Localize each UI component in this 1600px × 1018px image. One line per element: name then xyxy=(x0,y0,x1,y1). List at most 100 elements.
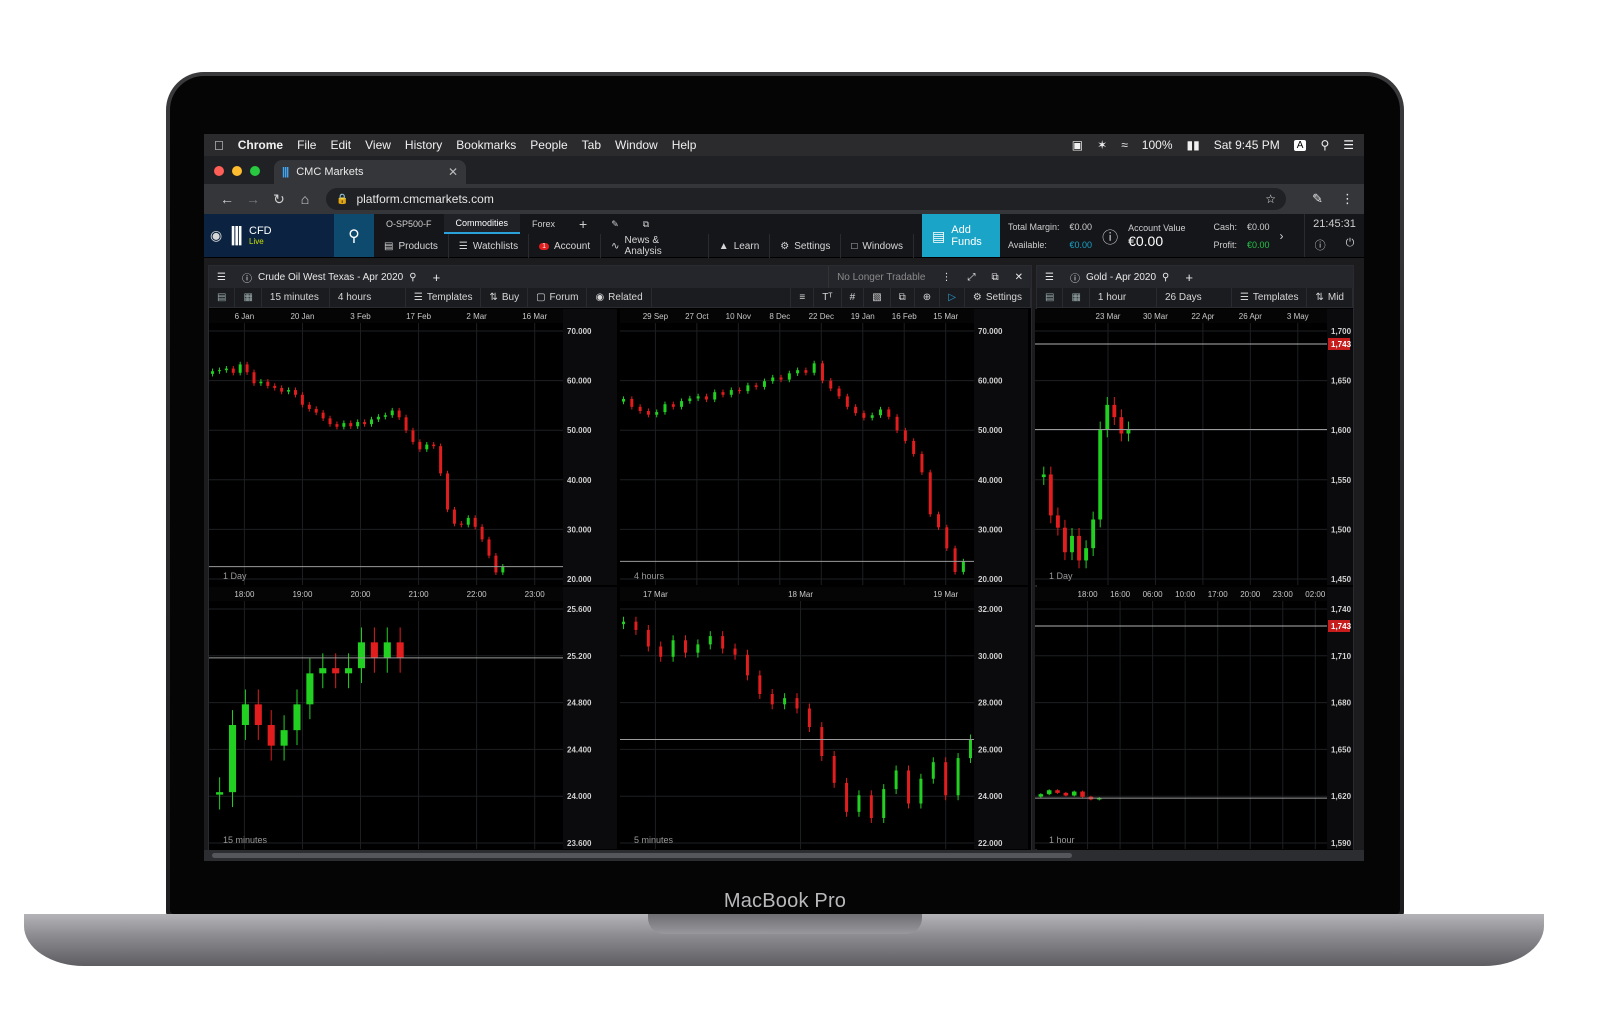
crosshair-icon[interactable]: ⊕ xyxy=(915,287,941,308)
menu-chrome[interactable]: Chrome xyxy=(238,138,283,152)
candle-type-icon[interactable]: ▧ xyxy=(864,287,891,308)
tab-o-sp500-f[interactable]: O-SP500-F xyxy=(374,214,444,234)
menu-view[interactable]: View xyxy=(365,138,391,152)
chart-crude-5m[interactable]: 17 Mar 18 Mar 19 Mar 32.000 30.000 28.000 26.0… xyxy=(620,587,1028,849)
menu-history[interactable]: History xyxy=(405,138,442,152)
forward-icon[interactable]: → xyxy=(240,191,266,207)
power-icon[interactable]: ⏻ xyxy=(1346,237,1355,253)
gold-title[interactable]: ⓘ Gold - Apr 2020 ⚲ xyxy=(1062,266,1177,288)
range-26d[interactable]: 26 Days xyxy=(1157,287,1232,308)
info-icon[interactable]: ⓘ xyxy=(1102,224,1118,248)
templates-button[interactable]: ☰ Templates xyxy=(1232,287,1308,308)
bookmark-star-icon[interactable]: ☆ xyxy=(1265,192,1276,206)
drawing-tools-icon[interactable]: ≡ xyxy=(790,287,815,308)
tab-forex[interactable]: Forex xyxy=(520,214,567,234)
menu-bookmarks[interactable]: Bookmarks xyxy=(456,138,516,152)
extensions-icon[interactable]: ✎ xyxy=(1312,191,1323,207)
nav-products[interactable]: ▤ Products xyxy=(374,234,449,258)
nav-account[interactable]: 1 Account xyxy=(529,234,602,258)
nav-learn[interactable]: ▲ Learn xyxy=(709,234,771,258)
crude-oil-title[interactable]: ⓘ Crude Oil West Texas - Apr 2020 ⚲ xyxy=(234,266,425,288)
list-icon[interactable]: ▤ xyxy=(1037,287,1064,308)
close-window-icon[interactable] xyxy=(214,166,224,176)
battery-icon[interactable]: ▮▮ xyxy=(1187,138,1200,152)
menu-window[interactable]: Window xyxy=(615,138,658,152)
chart-settings-button[interactable]: ⚙ Settings xyxy=(965,287,1031,308)
chart-crude-daily[interactable]: 6 Jan 20 Jan 3 Feb 17 Feb 2 Mar 16 Mar 70.000 6… xyxy=(209,309,617,585)
menu-tab[interactable]: Tab xyxy=(582,138,601,152)
chart-gold-1h[interactable]: 18:00 16:00 06:00 10:00 17:00 20:00 23:00 02:00… xyxy=(1035,587,1353,849)
close-panel-icon[interactable]: ✕ xyxy=(1007,266,1031,288)
product-search-button[interactable]: ⚲ xyxy=(334,214,374,257)
home-icon[interactable]: ⌂ xyxy=(292,191,318,207)
mid-button[interactable]: ⇅ Mid xyxy=(1307,287,1353,308)
expand-icon[interactable]: ⤢ xyxy=(959,266,983,288)
nav-news-analysis[interactable]: ∿ News & Analysis xyxy=(601,234,709,258)
display-icon[interactable]: ▣ xyxy=(1072,138,1083,152)
menu-help[interactable]: Help xyxy=(672,138,697,152)
add-chart-icon[interactable]: + xyxy=(1177,266,1201,288)
menubar-clock[interactable]: Sat 9:45 PM xyxy=(1214,138,1280,152)
minimize-window-icon[interactable] xyxy=(232,166,242,176)
layout-grid-icon[interactable]: ▦ xyxy=(1063,287,1090,308)
chart-crude-4h[interactable]: 29 Sep 27 Oct 10 Nov 8 Dec 22 Dec 19 Jan 16 Fe… xyxy=(620,309,1028,585)
grid-tool-icon[interactable]: # xyxy=(842,287,865,308)
popout-icon[interactable]: ⧉ xyxy=(983,266,1006,288)
x-tick-label: 23:00 xyxy=(525,590,546,599)
lock-icon[interactable]: 🔒 xyxy=(336,194,348,205)
nav-windows[interactable]: □ Windows xyxy=(841,234,914,258)
close-tab-icon[interactable]: ✕ xyxy=(448,165,458,179)
scrollbar-thumb[interactable] xyxy=(212,853,1072,858)
list-icon[interactable]: ▤ xyxy=(209,287,236,308)
nav-settings[interactable]: ⚙ Settings xyxy=(770,234,842,258)
spotlight-icon[interactable]: ⚲ xyxy=(1320,138,1329,152)
related-label: Related xyxy=(608,292,643,303)
forum-button[interactable]: ▢ Forum xyxy=(528,287,588,308)
address-bar[interactable]: 🔒 platform.cmcmarkets.com ☆ xyxy=(326,188,1286,210)
chart-gold-daily[interactable]: 23 Mar 30 Mar 22 Apr 26 Apr 3 May 1,700 1,650 1… xyxy=(1035,309,1353,585)
search-icon[interactable]: ⚲ xyxy=(409,272,416,283)
reload-icon[interactable]: ↻ xyxy=(266,191,292,208)
grip-icon[interactable]: ⋮ xyxy=(933,266,959,288)
menu-edit[interactable]: Edit xyxy=(330,138,351,152)
info-circle-icon[interactable]: ⓘ xyxy=(1315,237,1326,253)
user-icon[interactable]: ◉ xyxy=(210,227,222,244)
horizontal-scrollbar[interactable] xyxy=(204,850,1364,861)
candle-body xyxy=(854,406,858,414)
back-icon[interactable]: ← xyxy=(214,191,240,207)
apple-icon[interactable]:  xyxy=(214,138,224,153)
tag-icon[interactable]: ▷ xyxy=(940,287,965,308)
layout-grid-icon[interactable]: ▦ xyxy=(235,287,262,308)
interval-15m[interactable]: 15 minutes xyxy=(262,287,330,308)
interval-1h[interactable]: 1 hour xyxy=(1090,287,1157,308)
nav-watchlists[interactable]: ☰ Watchlists xyxy=(449,234,530,258)
menu-file[interactable]: File xyxy=(297,138,316,152)
templates-button[interactable]: ☰ Templates xyxy=(406,287,482,308)
total-margin-label: Total Margin: xyxy=(1008,221,1060,232)
related-button[interactable]: ◉ Related xyxy=(587,287,652,308)
notification-center-icon[interactable]: ☰ xyxy=(1343,138,1354,152)
copy-icon[interactable]: ⧉ xyxy=(891,287,915,308)
new-window-icon[interactable]: ⧉ xyxy=(631,214,661,234)
chevron-right-icon[interactable]: › xyxy=(1280,229,1284,243)
add-chart-icon[interactable]: + xyxy=(425,266,449,288)
edit-workspace-icon[interactable]: ✎ xyxy=(599,214,631,234)
candle-body xyxy=(224,368,228,371)
buy-button[interactable]: ⇅ Buy xyxy=(481,287,529,308)
maximize-window-icon[interactable] xyxy=(250,166,260,176)
bluetooth-icon[interactable]: ✶ xyxy=(1097,138,1107,152)
add-funds-button[interactable]: ▤ Add Funds xyxy=(922,214,1000,257)
browser-menu-icon[interactable]: ⋮ xyxy=(1341,191,1354,207)
menu-people[interactable]: People xyxy=(530,138,567,152)
add-workspace-icon[interactable]: + xyxy=(567,214,599,234)
chart-crude-15m[interactable]: 18:00 19:00 20:00 21:00 22:00 23:00 25.600 25.2… xyxy=(209,587,617,849)
text-tool-icon[interactable]: Tᵀ xyxy=(814,287,842,308)
interval-4h[interactable]: 4 hours xyxy=(330,287,406,308)
browser-tab[interactable]: ||| CMC Markets ✕ xyxy=(274,160,466,184)
panel-menu-icon[interactable]: ☰ xyxy=(1037,266,1062,288)
panel-menu-icon[interactable]: ☰ xyxy=(209,266,234,288)
tab-commodities[interactable]: Commodities xyxy=(443,214,521,234)
wifi-icon[interactable]: ≈ xyxy=(1121,138,1128,152)
search-icon[interactable]: ⚲ xyxy=(1162,272,1169,283)
input-source-badge[interactable]: A xyxy=(1293,139,1307,151)
